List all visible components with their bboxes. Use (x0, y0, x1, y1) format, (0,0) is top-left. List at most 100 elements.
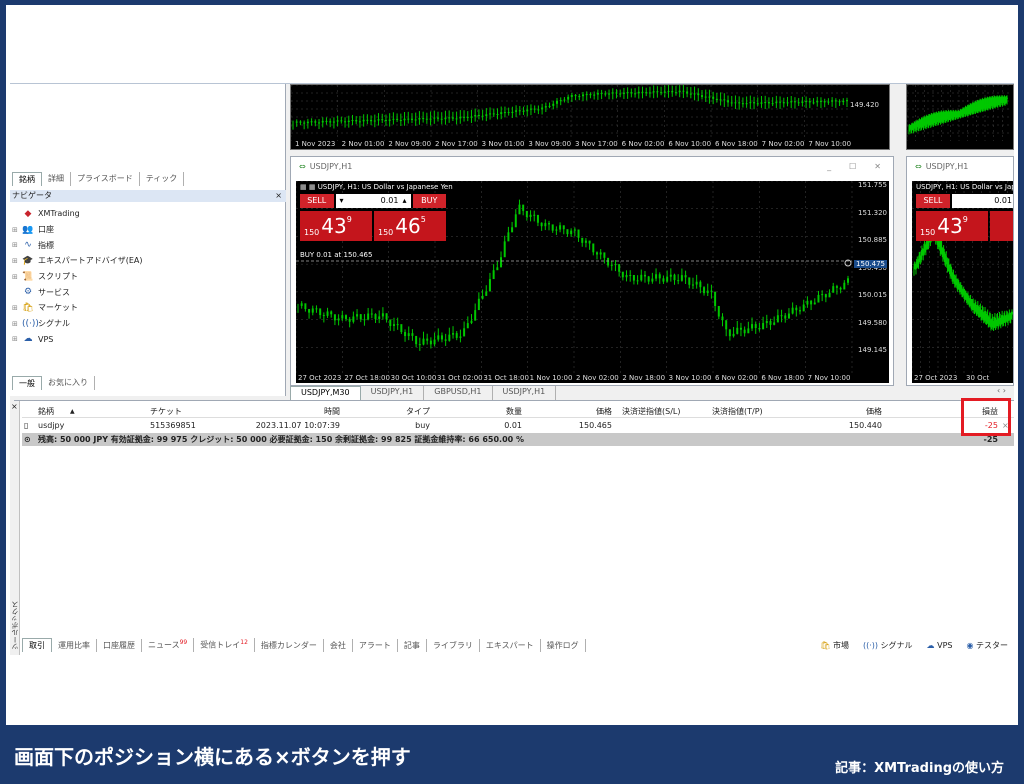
column-header-0[interactable]: 銘柄 (38, 405, 98, 418)
toolbox-tab-5[interactable]: 指標カレンダー (255, 638, 324, 652)
market-tab-3[interactable]: ティック (140, 172, 185, 186)
toolbox-tab-4[interactable]: 受信トレイ12 (194, 638, 255, 652)
column-header-5[interactable]: 価格 (532, 405, 612, 418)
candle-body (835, 286, 838, 288)
expand-icon[interactable]: ⊞ (12, 335, 22, 343)
chart-plot-area[interactable]: ▦ ▦ USDJPY, H1: US Dollar vs Japanese Ye… (296, 181, 889, 383)
navigator-item-7[interactable]: ⊞ ((·)) シグナル (12, 316, 282, 332)
navigator-close-icon[interactable]: × (275, 190, 282, 202)
toolbox-tab-8[interactable]: 記事 (398, 638, 427, 652)
candle-body (691, 284, 694, 286)
chart-window-usdjpy[interactable]: ⇔ USDJPY,H1 _ ☐ ✕ ▦ ▦ USDJPY, H1: US Dol… (290, 156, 894, 386)
toolbox-tab-3[interactable]: ニュース99 (142, 638, 195, 652)
candle-body (496, 114, 499, 116)
sell-button[interactable]: SELL (300, 194, 334, 208)
market-tab-2[interactable]: プライスボード (71, 172, 140, 186)
position-row[interactable]: ▯ usdjpy 515369851 2023.11.07 10:07:39 b… (22, 419, 1014, 432)
side-sell-price[interactable]: 150 43 9 (916, 211, 988, 241)
toolbox-close-icon[interactable]: × (11, 402, 18, 411)
market-tab-1[interactable]: 詳細 (42, 172, 71, 186)
current-price-tag: 150.475 (854, 260, 887, 268)
side-buy-price[interactable] (990, 211, 1013, 241)
market-tab-0[interactable]: 銘柄 (12, 172, 42, 186)
candle-body (566, 229, 569, 235)
top-chart-main[interactable]: 149.420 1 Nov 2023 2 Nov 01:00 2 Nov 09:00… (290, 84, 890, 150)
navigator-tab-1[interactable]: お気に入り (42, 376, 95, 390)
chart-window-usdjpy-2[interactable]: ⇔ USDJPY,H1 USDJPY, H1: US Dollar vs Jap… (906, 156, 1014, 386)
chart-tab-2[interactable]: GBPUSD,H1 (424, 386, 493, 400)
expand-icon[interactable]: ⊞ (12, 241, 22, 249)
column-header-6[interactable]: 決済逆指値(S/L) (622, 405, 702, 418)
status-item-3[interactable]: ◉ テスター (966, 640, 1008, 651)
time-label-3: 31 Oct 02:00 (437, 374, 483, 382)
candle-body (407, 118, 410, 120)
candle-body (838, 101, 841, 103)
column-header-7[interactable]: 決済指値(T/P) (712, 405, 792, 418)
navigator-item-8[interactable]: ⊞ ☁ VPS (12, 332, 282, 348)
chart-tab-3[interactable]: USDJPY,H1 (493, 386, 557, 400)
candle-body (551, 224, 554, 231)
expand-icon[interactable]: ⊞ (12, 304, 22, 312)
lot-decrease-icon[interactable]: ▾ (340, 194, 344, 208)
side-chart-header: USDJPY, H1: US Dollar vs Japanese Yen (916, 183, 1013, 191)
toolbox-tab-1[interactable]: 運用比率 (52, 638, 97, 652)
status-item-1[interactable]: ((·)) シグナル (863, 640, 913, 651)
status-item-2[interactable]: ☁ VPS (927, 641, 953, 650)
toolbox-tab-7[interactable]: アラート (353, 638, 398, 652)
candle-body (747, 328, 750, 334)
chart-window-2-titlebar: ⇔ USDJPY,H1 (907, 157, 1013, 177)
buy-price-display[interactable]: 150 46 5 (374, 211, 446, 241)
chart-tab-0[interactable]: USDJPY,M30 (290, 386, 361, 400)
column-header-3[interactable]: タイプ (362, 405, 430, 418)
candle-body (795, 307, 798, 311)
close-icon[interactable]: ✕ (874, 157, 881, 177)
candle-body (437, 335, 440, 340)
column-header-2[interactable]: 時間 (254, 405, 340, 418)
side-trading-panel: SELL 0.01 150 43 9 (916, 193, 1013, 241)
lot-increase-icon[interactable]: ▴ (402, 194, 406, 208)
buy-button[interactable]: BUY (412, 194, 446, 208)
expand-icon[interactable]: ⊞ (12, 320, 22, 328)
top-chart-side[interactable] (906, 84, 1014, 150)
toolbox-tab-0[interactable]: 取引 (22, 638, 52, 652)
column-header-1[interactable]: チケット (150, 405, 210, 418)
candle-body (341, 315, 344, 319)
navigator-item-3[interactable]: ⊞ 🎓 エキスパートアドバイザ(EA) (12, 253, 282, 269)
navigator-item-6[interactable]: ⊞ 🛍 マーケット (12, 300, 282, 316)
column-header-4[interactable]: 数量 (442, 405, 522, 418)
candle-body (1011, 311, 1013, 315)
time-label-1: 30 Oct (966, 374, 990, 382)
candle-body (466, 116, 469, 118)
candle-body (700, 95, 703, 97)
navigator-item-4[interactable]: ⊞ 📜 スクリプト (12, 269, 282, 285)
market-icon: 🛍 (22, 302, 34, 313)
navigator-item-0[interactable]: ◆ XMTrading (12, 206, 282, 222)
candle-body (652, 91, 655, 93)
chart-window-2-icon: ⇔ (915, 162, 922, 171)
minimize-icon[interactable]: _ (827, 157, 831, 177)
status-item-0[interactable]: 🛍 市場 (820, 640, 849, 651)
candle-body (625, 275, 628, 278)
sell-price-display[interactable]: 150 43 9 (300, 211, 372, 241)
toolbox-tab-2[interactable]: 口座履歴 (97, 638, 142, 652)
lot-size-input[interactable]: ▾ 0.01 ▴ (335, 194, 411, 208)
price-label-6: 149.145 (858, 346, 887, 354)
side-chart-plot-area[interactable]: USDJPY, H1: US Dollar vs Japanese Yen SE… (912, 181, 1013, 383)
expand-icon[interactable]: ⊞ (12, 273, 22, 281)
navigator-item-1[interactable]: ⊞ 👥 口座 (12, 222, 282, 238)
toolbox-tab-9[interactable]: ライブラリ (427, 638, 480, 652)
toolbox-tab-11[interactable]: 操作ログ (541, 638, 586, 652)
toolbox-tab-6[interactable]: 会社 (324, 638, 353, 652)
expand-icon[interactable]: ⊞ (12, 226, 22, 234)
candle-body (529, 108, 532, 110)
column-header-8[interactable]: 価格 (802, 405, 882, 418)
navigator-item-5[interactable]: ⚙ サービス (12, 284, 282, 300)
toolbox-tab-10[interactable]: エキスパート (480, 638, 541, 652)
chart-tab-1[interactable]: USDJPY,H1 (361, 386, 425, 400)
side-sell-button[interactable]: SELL (916, 194, 950, 208)
navigator-item-2[interactable]: ⊞ ∿ 指標 (12, 237, 282, 253)
side-lot-input[interactable]: 0.01 (952, 194, 1013, 208)
maximize-icon[interactable]: ☐ (849, 157, 856, 177)
expand-icon[interactable]: ⊞ (12, 257, 22, 265)
navigator-tab-0[interactable]: 一般 (12, 376, 42, 390)
